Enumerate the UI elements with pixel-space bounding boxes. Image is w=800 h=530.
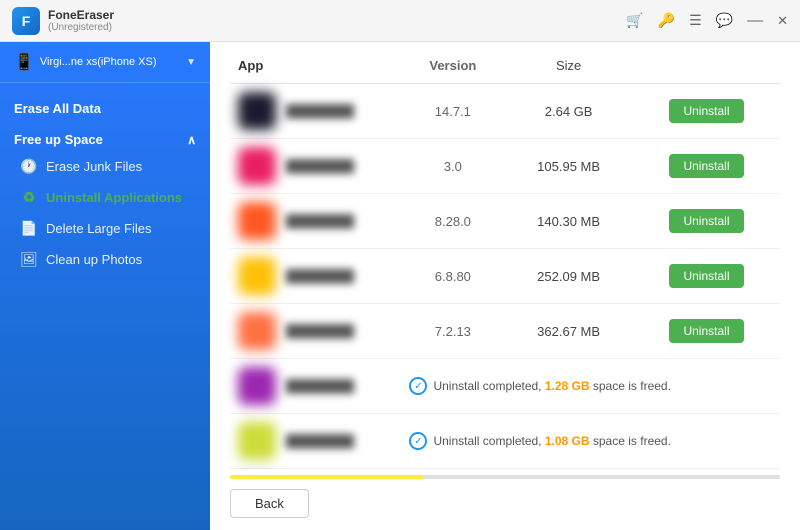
app-name: FoneEraser [48,8,114,22]
sidebar-item-delete-large-label: Delete Large Files [46,221,152,236]
cell-action: Uninstall [633,249,780,304]
app-table: App Version Size ████████14.7.12.64 GBUn… [230,52,780,469]
sidebar-item-erase-junk[interactable]: 🕐 Erase Junk Files [0,151,210,182]
cell-action: Uninstall [633,139,780,194]
cell-action: Uninstall [633,194,780,249]
completed-text: Uninstall completed, 1.28 GB space is fr… [433,379,670,393]
sidebar-item-clean-photos[interactable]: 🖼 Clean up Photos [0,244,210,275]
check-icon: ✓ [409,432,427,450]
sidebar-item-erase-junk-label: Erase Junk Files [46,159,142,174]
sidebar-nav: Erase All Data Free up Space ∧ 🕐 Erase J… [0,83,210,285]
sidebar-item-uninstall-label: Uninstall Applications [46,190,182,205]
cell-size: 140.30 MB [504,194,633,249]
free-up-space-section: Free up Space ∧ [0,124,210,151]
cell-version: 6.8.80 [401,249,504,304]
check-icon: ✓ [409,377,427,395]
cell-completed: ✓ Uninstall completed, 1.08 GB space is f… [401,414,780,469]
device-selector[interactable]: 📱 Virgi...ne xs(iPhone XS) ▼ [0,42,210,83]
table-row: ████████6.8.80252.09 MBUninstall [230,249,780,304]
cell-action: Uninstall [633,84,780,139]
sidebar-item-uninstall-apps[interactable]: ♻ Uninstall Applications [0,182,210,213]
window-controls: 🛒 🔑 ☰ 💬 — ✕ [626,12,788,30]
uninstall-button[interactable]: Uninstall [669,319,743,343]
phone-icon: 📱 [14,52,34,72]
completed-text: Uninstall completed, 1.08 GB space is fr… [433,434,670,448]
table-row: ████████✓Uninstall completed, 1.08 GB sp… [230,414,780,469]
sidebar-item-delete-large[interactable]: 📄 Delete Large Files [0,213,210,244]
uninstall-button[interactable]: Uninstall [669,99,743,123]
table-header-row: App Version Size [230,52,780,84]
cell-size: 2.64 GB [504,84,633,139]
collapse-icon[interactable]: ∧ [187,133,196,147]
sidebar-item-clean-photos-label: Clean up Photos [46,252,142,267]
cell-size: 252.09 MB [504,249,633,304]
app-subtitle: (Unregistered) [48,22,114,33]
progress-row [210,469,800,479]
col-header-version: Version [401,52,504,84]
cell-version: 3.0 [401,139,504,194]
file-icon: 📄 [20,220,38,237]
cell-version: 14.7.1 [401,84,504,139]
app-logo: F [12,7,40,35]
cell-version: 7.2.13 [401,304,504,359]
cell-size: 362.67 MB [504,304,633,359]
app-table-container: App Version Size ████████14.7.12.64 GBUn… [210,42,800,469]
cell-completed: ✓ Uninstall completed, 1.28 GB space is f… [401,359,780,414]
menu-icon[interactable]: ☰ [689,12,702,29]
app-title-block: FoneEraser (Unregistered) [48,8,114,33]
cell-action: Uninstall [633,304,780,359]
chevron-down-icon: ▼ [186,57,196,68]
col-header-action [633,52,780,84]
content-area: App Version Size ████████14.7.12.64 GBUn… [210,42,800,530]
key-icon[interactable]: 🔑 [658,12,675,29]
cell-version: 8.28.0 [401,194,504,249]
uninstall-button[interactable]: Uninstall [669,264,743,288]
chat-icon[interactable]: 💬 [716,12,733,29]
cart-icon[interactable]: 🛒 [626,12,643,29]
photo-icon: 🖼 [20,251,38,268]
table-row: ████████7.2.13362.67 MBUninstall [230,304,780,359]
sidebar: 📱 Virgi...ne xs(iPhone XS) ▼ Erase All D… [0,42,210,530]
table-row: ████████✓Uninstall completed, 1.28 GB sp… [230,359,780,414]
table-row: ████████14.7.12.64 GBUninstall [230,84,780,139]
table-row: ████████3.0105.95 MBUninstall [230,139,780,194]
clock-icon: 🕐 [20,158,38,175]
free-up-space-label: Free up Space [14,132,103,147]
recycle-icon: ♻ [20,189,38,206]
col-header-app: App [230,52,401,84]
close-button[interactable]: ✕ [777,13,788,29]
erase-all-data-label[interactable]: Erase All Data [0,93,210,124]
cell-size: 105.95 MB [504,139,633,194]
uninstall-button[interactable]: Uninstall [669,154,743,178]
table-row: ████████8.28.0140.30 MBUninstall [230,194,780,249]
device-selector-left: 📱 Virgi...ne xs(iPhone XS) [14,52,157,72]
col-header-size: Size [504,52,633,84]
back-button[interactable]: Back [230,489,309,518]
device-name: Virgi...ne xs(iPhone XS) [40,56,157,68]
app-branding: F FoneEraser (Unregistered) [12,7,114,35]
main-layout: 📱 Virgi...ne xs(iPhone XS) ▼ Erase All D… [0,42,800,530]
title-bar: F FoneEraser (Unregistered) 🛒 🔑 ☰ 💬 — ✕ [0,0,800,42]
footer: Back [210,479,800,530]
uninstall-button[interactable]: Uninstall [669,209,743,233]
minimize-button[interactable]: — [747,12,763,30]
